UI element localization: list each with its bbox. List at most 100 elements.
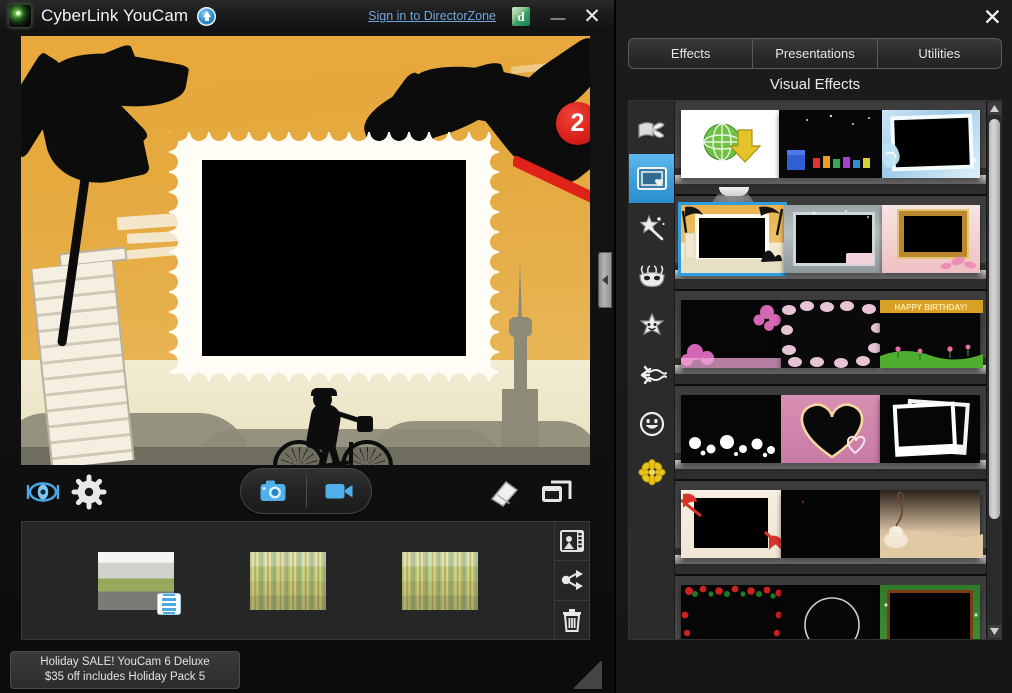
tab-effects[interactable]: Effects	[629, 39, 752, 68]
effect-wedding-frame[interactable]	[880, 490, 984, 558]
minimize-button[interactable]: —	[542, 8, 574, 26]
camera-icon	[260, 480, 285, 501]
effect-ring-frame[interactable]	[780, 585, 881, 639]
media-actions	[554, 522, 589, 639]
trash-icon	[563, 608, 581, 632]
spotlight-fixture	[719, 187, 749, 196]
svg-text:HAPPY BIRTHDAY!: HAPPY BIRTHDAY!	[895, 303, 968, 312]
effect-ice-frame[interactable]	[882, 110, 980, 178]
app-title: CyberLink YouCam	[41, 6, 189, 25]
effect-happy-birthday[interactable]: HAPPY BIRTHDAY!	[880, 300, 984, 368]
chevron-left-icon	[602, 275, 608, 285]
resize-grip[interactable]	[574, 661, 602, 689]
sky-tower-pod	[509, 317, 532, 337]
category-gifts[interactable]	[629, 105, 674, 154]
red-arrow-icon	[513, 156, 590, 203]
shelf-row: HAPPY BIRTHDAY!	[675, 291, 986, 386]
webcam-preview[interactable]: 2	[21, 36, 590, 465]
gift-thumbnail-art	[787, 114, 870, 170]
effect-ribbon-frame[interactable]	[681, 490, 784, 558]
close-effects-panel-button[interactable]: ✕	[983, 4, 1002, 31]
effect-download-more[interactable]	[681, 110, 779, 178]
effect-christmas-frame[interactable]	[681, 585, 783, 639]
effects-scrollbar[interactable]	[986, 101, 1001, 639]
shelf-row	[675, 576, 986, 639]
record-video-button[interactable]	[306, 468, 372, 514]
yellow-flower-icon	[637, 459, 666, 486]
capture-toolbar	[21, 468, 590, 516]
delete-button[interactable]	[555, 599, 589, 639]
birthday-art: HAPPY BIRTHDAY!	[880, 300, 984, 368]
rider-cap	[311, 388, 337, 396]
dual-preview-icon[interactable]	[538, 474, 574, 510]
panel-collapse-handle[interactable]	[598, 252, 612, 308]
effect-thumbnail-shelves[interactable]: HAPPY BIRTHDAY!	[675, 101, 986, 639]
bokeh-art	[689, 435, 775, 458]
effect-beach-stamp[interactable]	[678, 202, 787, 276]
ribbon-bow-icon	[637, 121, 665, 138]
effect-gold-frame[interactable]	[882, 205, 980, 273]
steel-decoration	[812, 209, 874, 265]
effect-pink-flower[interactable]	[681, 300, 784, 368]
smiley-icon	[639, 411, 664, 436]
face-recognition-icon[interactable]	[25, 474, 61, 510]
petal-decoration	[940, 256, 976, 270]
promo-line-2: $35 off includes Holiday Pack 5	[44, 671, 206, 683]
green-holiday-art	[884, 603, 978, 617]
take-photo-button[interactable]	[240, 468, 306, 514]
scroll-down-icon[interactable]	[988, 625, 1001, 638]
media-thumbnail-3[interactable]	[402, 551, 478, 610]
category-downloaded[interactable]	[629, 448, 674, 497]
effects-panel-heading: Visual Effects	[769, 76, 861, 93]
media-thumbnails	[22, 522, 554, 639]
promo-line-1: Holiday SALE! YouCam 6 Deluxe	[40, 656, 210, 668]
scroll-up-icon[interactable]	[988, 102, 1001, 115]
ring-art	[803, 597, 860, 639]
effect-heart-frame[interactable]	[780, 395, 881, 463]
media-library-button[interactable]	[555, 522, 589, 560]
effect-categories	[629, 101, 675, 639]
eraser-icon[interactable]	[486, 474, 522, 510]
effect-bokeh-frame[interactable]	[681, 395, 781, 463]
effect-steel-frame[interactable]	[784, 205, 882, 273]
category-emoticons[interactable]	[629, 399, 674, 448]
category-particles[interactable]	[629, 350, 674, 399]
promo-banner[interactable]: Holiday SALE! YouCam 6 Deluxe $35 off in…	[10, 651, 240, 689]
youcam-application: CyberLink YouCam Sign in to DirectorZone…	[0, 0, 1012, 693]
gear-icon[interactable]	[71, 474, 107, 510]
frame-icon	[636, 167, 667, 190]
directorzone-badge-icon[interactable]: d	[512, 6, 530, 26]
signin-directorzone-link[interactable]: Sign in to DirectorZone	[368, 9, 496, 23]
media-thumbnail-1[interactable]	[98, 551, 180, 614]
preview-scene: 2	[21, 36, 590, 465]
effect-plain-black[interactable]	[780, 490, 881, 558]
captured-media-strip	[21, 521, 590, 640]
effect-petal-frame[interactable]	[780, 300, 883, 368]
media-thumbnail-2[interactable]	[250, 551, 326, 610]
tab-utilities[interactable]: Utilities	[876, 39, 1001, 68]
effects-browser: HAPPY BIRTHDAY!	[628, 100, 1002, 640]
cyclist-silhouette	[273, 388, 393, 465]
category-emotions[interactable]	[629, 301, 674, 350]
beach-decoration	[681, 206, 784, 273]
effect-polaroid-frame[interactable]	[880, 395, 981, 463]
effect-gift-night[interactable]	[779, 110, 882, 178]
close-button[interactable]: ✕	[576, 4, 608, 29]
category-avatars[interactable]	[629, 252, 674, 301]
bicycle-frame	[349, 442, 353, 465]
category-distortion[interactable]	[629, 203, 674, 252]
effect-green-holiday[interactable]	[880, 585, 981, 639]
plain-art	[801, 500, 804, 504]
youcam-lens-logo	[8, 4, 32, 28]
share-button[interactable]	[555, 560, 589, 599]
category-frames[interactable]	[629, 154, 674, 203]
video-badge-icon	[158, 593, 180, 614]
camcorder-icon	[325, 484, 352, 499]
ice-decoration	[882, 142, 976, 168]
shelf-row	[675, 187, 986, 291]
magic-wand-icon	[638, 214, 665, 240]
stamp-cutout	[202, 160, 466, 356]
scrollbar-thumb[interactable]	[989, 119, 1000, 519]
tab-presentations[interactable]: Presentations	[752, 39, 876, 68]
upgrade-arrow-icon[interactable]	[197, 6, 217, 26]
